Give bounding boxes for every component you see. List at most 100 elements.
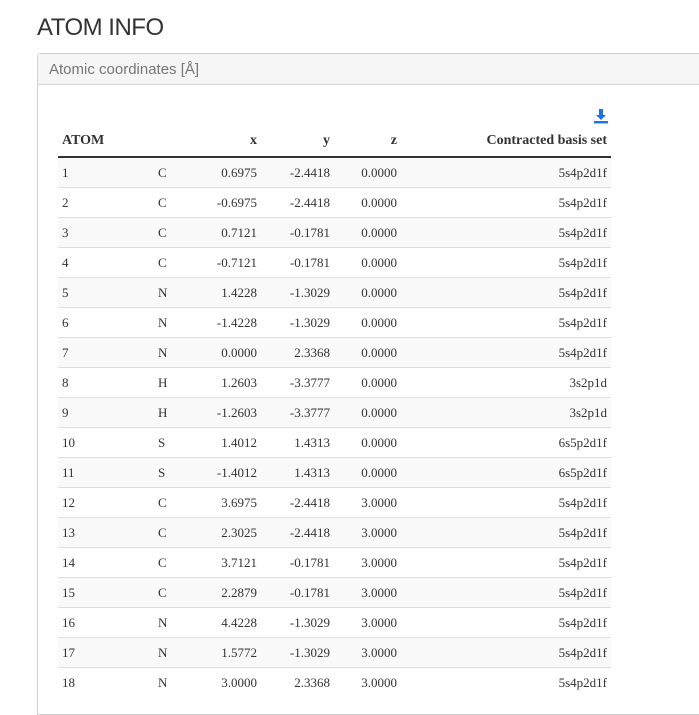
table-row: 15 C 2.2879 -0.1781 3.0000 5s4p2d1f <box>58 577 611 608</box>
basis-cell: 5s4p2d1f <box>397 337 611 368</box>
element-cell: S <box>156 457 200 488</box>
page-title: ATOM INFO <box>37 14 164 41</box>
basis-cell: 5s4p2d1f <box>397 156 611 188</box>
x-cell: 1.5772 <box>200 637 257 668</box>
element-cell: C <box>156 217 200 248</box>
atom-index-cell: 1 <box>58 156 156 188</box>
table-row: 9 H -1.2603 -3.3777 0.0000 3s2p1d <box>58 397 611 428</box>
z-cell: 3.0000 <box>330 517 397 548</box>
basis-cell: 3s2p1d <box>397 397 611 428</box>
atom-index-cell: 18 <box>58 667 156 697</box>
atom-index-cell: 16 <box>58 607 156 638</box>
atomic-coordinates-panel: Atomic coordinates [Å] ATOM x y z Contra… <box>37 53 699 715</box>
z-cell: 3.0000 <box>330 667 397 697</box>
atom-index-cell: 8 <box>58 367 156 398</box>
basis-cell: 5s4p2d1f <box>397 187 611 218</box>
atom-index-cell: 7 <box>58 337 156 368</box>
element-cell: N <box>156 637 200 668</box>
x-cell: 4.4228 <box>200 607 257 638</box>
header-x[interactable]: x <box>200 125 257 158</box>
basis-cell: 5s4p2d1f <box>397 637 611 668</box>
atom-index-cell: 11 <box>58 457 156 488</box>
x-cell: -0.6975 <box>200 187 257 218</box>
panel-heading[interactable]: Atomic coordinates [Å] <box>38 54 699 85</box>
atom-index-cell: 6 <box>58 307 156 338</box>
y-cell: -0.1781 <box>257 577 330 608</box>
table-row: 12 C 3.6975 -2.4418 3.0000 5s4p2d1f <box>58 487 611 518</box>
x-cell: 3.0000 <box>200 667 257 697</box>
atom-index-cell: 9 <box>58 397 156 428</box>
element-cell: C <box>156 156 200 188</box>
atom-index-cell: 15 <box>58 577 156 608</box>
z-cell: 0.0000 <box>330 427 397 458</box>
x-cell: 2.3025 <box>200 517 257 548</box>
x-cell: 2.2879 <box>200 577 257 608</box>
z-cell: 0.0000 <box>330 307 397 338</box>
table-row: 2 C -0.6975 -2.4418 0.0000 5s4p2d1f <box>58 187 611 218</box>
atom-index-cell: 12 <box>58 487 156 518</box>
y-cell: -1.3029 <box>257 607 330 638</box>
table-row: 7 N 0.0000 2.3368 0.0000 5s4p2d1f <box>58 337 611 368</box>
x-cell: 0.7121 <box>200 217 257 248</box>
basis-cell: 6s5p2d1f <box>397 457 611 488</box>
element-cell: C <box>156 577 200 608</box>
atom-index-cell: 17 <box>58 637 156 668</box>
header-y[interactable]: y <box>257 125 330 158</box>
table-row: 8 H 1.2603 -3.3777 0.0000 3s2p1d <box>58 367 611 398</box>
x-cell: 0.0000 <box>200 337 257 368</box>
atom-index-cell: 3 <box>58 217 156 248</box>
z-cell: 0.0000 <box>330 187 397 218</box>
y-cell: -2.4418 <box>257 187 330 218</box>
element-cell: S <box>156 427 200 458</box>
z-cell: 3.0000 <box>330 637 397 668</box>
y-cell: -3.3777 <box>257 397 330 428</box>
atom-index-cell: 2 <box>58 187 156 218</box>
table-row: 5 N 1.4228 -1.3029 0.0000 5s4p2d1f <box>58 277 611 308</box>
z-cell: 3.0000 <box>330 577 397 608</box>
download-icon[interactable] <box>593 108 609 124</box>
y-cell: 2.3368 <box>257 667 330 697</box>
table-row: 18 N 3.0000 2.3368 3.0000 5s4p2d1f <box>58 667 611 697</box>
element-cell: H <box>156 367 200 398</box>
header-z[interactable]: z <box>330 125 397 158</box>
header-atom[interactable]: ATOM <box>58 125 156 158</box>
basis-cell: 3s2p1d <box>397 367 611 398</box>
table-row: 14 C 3.7121 -0.1781 3.0000 5s4p2d1f <box>58 547 611 578</box>
y-cell: -2.4418 <box>257 517 330 548</box>
y-cell: 2.3368 <box>257 337 330 368</box>
x-cell: -1.4012 <box>200 457 257 488</box>
table-row: 4 C -0.7121 -0.1781 0.0000 5s4p2d1f <box>58 247 611 278</box>
header-basis[interactable]: Contracted basis set <box>397 125 611 158</box>
x-cell: 3.6975 <box>200 487 257 518</box>
z-cell: 3.0000 <box>330 547 397 578</box>
z-cell: 0.0000 <box>330 247 397 278</box>
y-cell: 1.4313 <box>257 427 330 458</box>
table-row: 16 N 4.4228 -1.3029 3.0000 5s4p2d1f <box>58 607 611 638</box>
table-row: 17 N 1.5772 -1.3029 3.0000 5s4p2d1f <box>58 637 611 668</box>
z-cell: 3.0000 <box>330 607 397 638</box>
x-cell: -1.4228 <box>200 307 257 338</box>
table-row: 10 S 1.4012 1.4313 0.0000 6s5p2d1f <box>58 427 611 458</box>
x-cell: 3.7121 <box>200 547 257 578</box>
atom-index-cell: 14 <box>58 547 156 578</box>
z-cell: 0.0000 <box>330 217 397 248</box>
element-cell: N <box>156 607 200 638</box>
z-cell: 0.0000 <box>330 397 397 428</box>
basis-cell: 5s4p2d1f <box>397 487 611 518</box>
element-cell: C <box>156 517 200 548</box>
atom-index-cell: 5 <box>58 277 156 308</box>
z-cell: 0.0000 <box>330 337 397 368</box>
z-cell: 3.0000 <box>330 487 397 518</box>
header-element[interactable] <box>156 125 200 158</box>
element-cell: N <box>156 337 200 368</box>
z-cell: 0.0000 <box>330 457 397 488</box>
element-cell: N <box>156 307 200 338</box>
x-cell: 1.4228 <box>200 277 257 308</box>
x-cell: 0.6975 <box>200 156 257 188</box>
y-cell: -1.3029 <box>257 277 330 308</box>
atom-index-cell: 4 <box>58 247 156 278</box>
z-cell: 0.0000 <box>330 367 397 398</box>
atom-index-cell: 13 <box>58 517 156 548</box>
atom-index-cell: 10 <box>58 427 156 458</box>
basis-cell: 5s4p2d1f <box>397 667 611 697</box>
